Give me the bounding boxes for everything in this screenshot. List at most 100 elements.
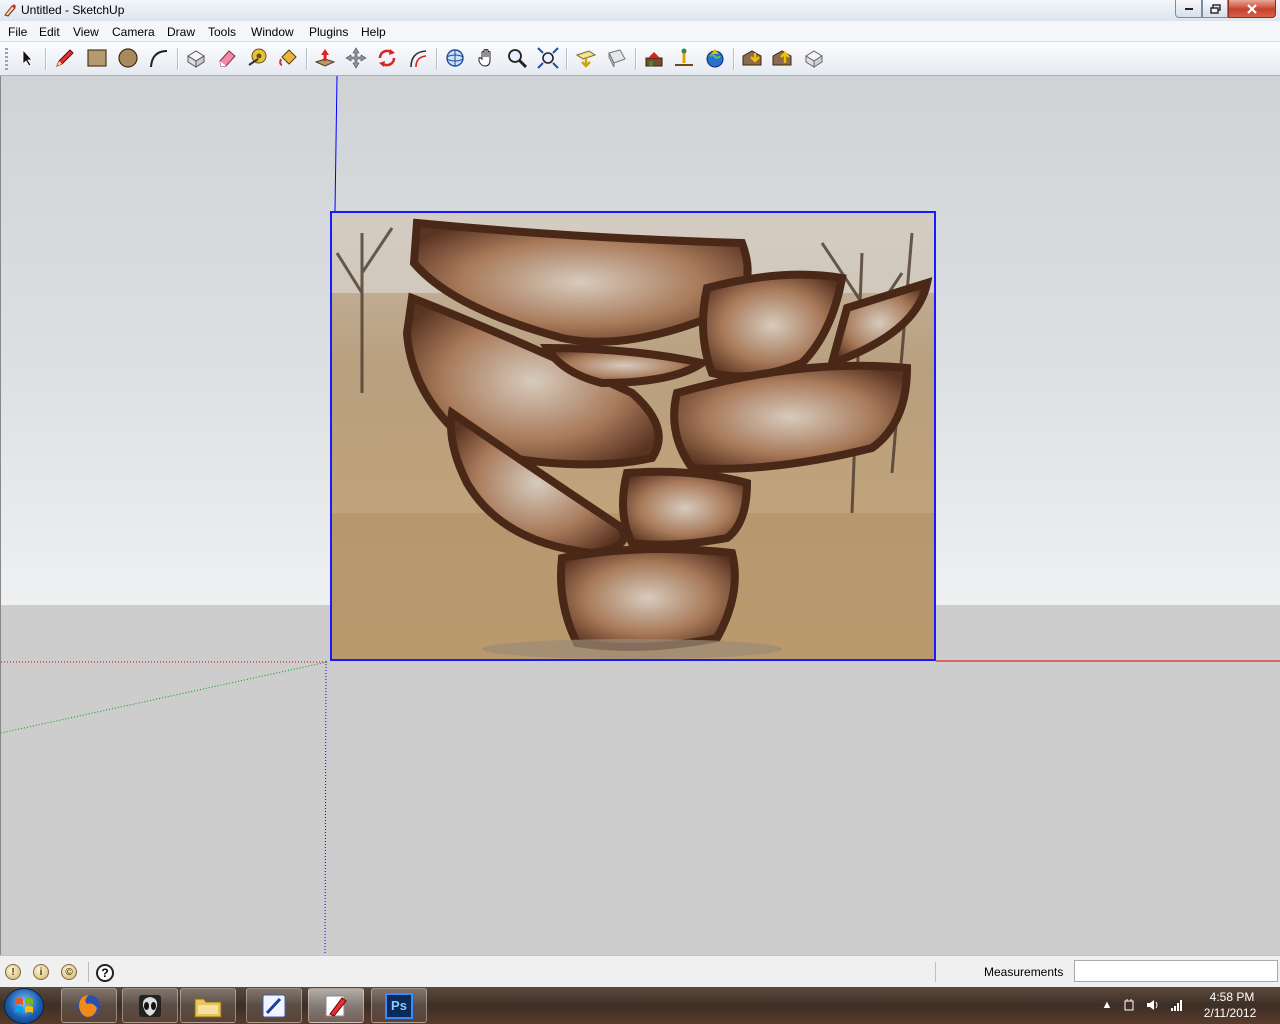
zoom-tool[interactable] bbox=[505, 46, 529, 70]
offset-icon bbox=[410, 50, 427, 68]
get-models-tool[interactable] bbox=[740, 46, 764, 70]
taskbar-pen-app[interactable] bbox=[246, 988, 302, 1023]
menu-window[interactable]: Window bbox=[251, 25, 294, 39]
rectangle-tool[interactable] bbox=[85, 46, 109, 70]
menu-plugins[interactable]: Plugins bbox=[309, 25, 348, 39]
menu-camera[interactable]: Camera bbox=[112, 25, 155, 39]
pencil-icon bbox=[56, 49, 74, 67]
menu-edit[interactable]: Edit bbox=[39, 25, 60, 39]
share-component-icon bbox=[805, 50, 823, 68]
move-tool[interactable] bbox=[344, 46, 368, 70]
share-model-tool[interactable] bbox=[770, 46, 794, 70]
imported-photo-sculpture[interactable] bbox=[330, 211, 936, 661]
menu-view[interactable]: View bbox=[73, 25, 99, 39]
drawing-viewport[interactable] bbox=[0, 76, 1280, 955]
help-icon[interactable]: ? bbox=[96, 964, 114, 982]
minimize-button[interactable] bbox=[1175, 0, 1202, 18]
push-pull-icon bbox=[314, 49, 336, 67]
toolbar-separator bbox=[436, 48, 438, 70]
close-icon bbox=[1247, 3, 1257, 14]
copyright-icon[interactable]: © bbox=[61, 964, 77, 980]
tape-measure-tool[interactable] bbox=[245, 46, 269, 70]
show-hidden-icons-icon[interactable]: ▲ bbox=[1100, 998, 1114, 1012]
select-tool[interactable] bbox=[16, 46, 40, 70]
menu-file[interactable]: File bbox=[8, 25, 27, 39]
next-view-tool[interactable] bbox=[605, 46, 629, 70]
measurements-label: Measurements bbox=[984, 965, 1064, 979]
clock-time[interactable]: 4:58 PM bbox=[1204, 990, 1260, 1004]
previous-view-tool[interactable] bbox=[574, 46, 598, 70]
circle-icon bbox=[118, 48, 138, 68]
sketchup-icon bbox=[325, 995, 347, 1017]
menu-help[interactable]: Help bbox=[361, 25, 386, 39]
zoom-extents-icon bbox=[537, 47, 559, 69]
tape-measure-icon bbox=[248, 48, 267, 66]
folder-icon bbox=[194, 998, 222, 1017]
toolbar-grip[interactable] bbox=[5, 48, 8, 70]
restore-icon bbox=[1209, 3, 1221, 14]
window-title: Untitled - SketchUp bbox=[21, 3, 125, 17]
close-button[interactable] bbox=[1228, 0, 1276, 18]
green-axis-negative bbox=[1, 661, 328, 734]
taskbar-sketchup[interactable] bbox=[308, 988, 364, 1023]
paint-bucket-icon bbox=[279, 49, 297, 66]
make-component-tool[interactable] bbox=[184, 46, 208, 70]
push-pull-tool[interactable] bbox=[313, 46, 337, 70]
menu-bar: File Edit View Camera Draw Tools Window … bbox=[0, 21, 1280, 42]
status-bar: ! i © ? Measurements bbox=[0, 955, 1280, 988]
start-button[interactable] bbox=[4, 988, 44, 1024]
offset-tool[interactable] bbox=[406, 46, 430, 70]
pan-tool[interactable] bbox=[475, 46, 499, 70]
sketchup-app-icon[interactable] bbox=[3, 3, 17, 17]
windows-logo-icon bbox=[15, 998, 33, 1013]
share-component-tool[interactable] bbox=[802, 46, 826, 70]
location-icon bbox=[645, 52, 663, 67]
geo-location-icon[interactable]: ! bbox=[5, 964, 21, 980]
clock-date[interactable]: 2/11/2012 bbox=[1200, 1006, 1260, 1020]
restore-button[interactable] bbox=[1202, 0, 1228, 18]
power-plug-icon[interactable] bbox=[1122, 998, 1136, 1012]
toolbar-separator bbox=[177, 48, 179, 70]
toolbar bbox=[0, 42, 1280, 76]
photoshop-icon: Ps bbox=[385, 992, 413, 1019]
rusted-stone-sculpture-image bbox=[332, 213, 934, 659]
status-separator bbox=[88, 962, 89, 982]
blue-axis-negative bbox=[324, 660, 327, 955]
zoom-extents-tool[interactable] bbox=[536, 46, 560, 70]
menu-tools[interactable]: Tools bbox=[208, 25, 236, 39]
orbit-tool[interactable] bbox=[443, 46, 467, 70]
taskbar-alien-app[interactable] bbox=[122, 988, 178, 1023]
toolbar-separator bbox=[45, 48, 47, 70]
alien-icon bbox=[139, 994, 161, 1017]
line-tool[interactable] bbox=[53, 46, 77, 70]
paint-bucket-tool[interactable] bbox=[276, 46, 300, 70]
orbit-icon bbox=[446, 49, 464, 67]
credits-icon[interactable]: i bbox=[33, 964, 49, 980]
next-icon bbox=[608, 49, 626, 68]
move-icon bbox=[345, 47, 367, 69]
warehouse-down-icon bbox=[742, 50, 762, 66]
taskbar-photoshop[interactable]: Ps bbox=[371, 988, 427, 1023]
toggle-terrain-tool[interactable] bbox=[672, 46, 696, 70]
menu-draw[interactable]: Draw bbox=[167, 25, 195, 39]
hand-icon bbox=[478, 49, 491, 67]
arrow-cursor-icon bbox=[22, 48, 33, 67]
taskbar-firefox[interactable] bbox=[61, 988, 117, 1023]
arc-tool[interactable] bbox=[147, 46, 171, 70]
component-icon bbox=[187, 50, 205, 68]
windows-taskbar: Ps ▲ 4:58 PM 2/11/2012 bbox=[0, 987, 1280, 1024]
rotate-tool[interactable] bbox=[375, 46, 399, 70]
globe-icon bbox=[706, 49, 724, 68]
taskbar-file-explorer[interactable] bbox=[180, 988, 236, 1023]
volume-icon[interactable] bbox=[1146, 998, 1160, 1012]
add-location-tool[interactable] bbox=[642, 46, 666, 70]
google-earth-tool[interactable] bbox=[703, 46, 727, 70]
minimize-icon bbox=[1184, 7, 1193, 10]
circle-tool[interactable] bbox=[116, 46, 140, 70]
title-bar: Untitled - SketchUp bbox=[0, 0, 1280, 22]
pen-icon bbox=[262, 994, 286, 1017]
measurements-input[interactable] bbox=[1074, 960, 1278, 982]
network-signal-icon[interactable] bbox=[1170, 998, 1184, 1012]
rectangle-icon bbox=[87, 49, 107, 67]
eraser-tool[interactable] bbox=[215, 46, 239, 70]
